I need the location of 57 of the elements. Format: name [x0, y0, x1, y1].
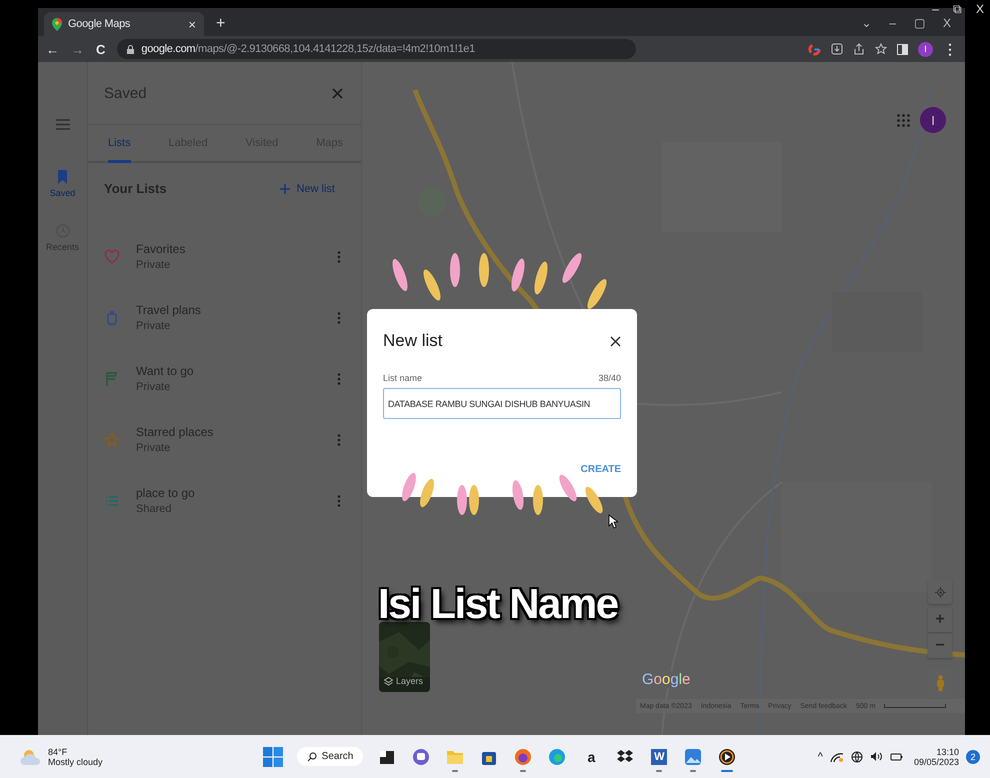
chat-icon	[412, 748, 430, 766]
navigation-button[interactable]: ←	[46, 42, 59, 56]
bookmark-icon	[58, 170, 67, 184]
plus-icon	[280, 184, 290, 194]
list-name: Want to go	[136, 364, 195, 378]
profile-avatar[interactable]: I	[918, 42, 933, 56]
more-options-icon[interactable]	[337, 494, 341, 506]
tab-close-button[interactable]: ×	[188, 16, 196, 32]
section-heading: Your Lists	[104, 181, 167, 196]
window-control-button[interactable]: ⧉	[952, 2, 962, 16]
list-name: Travel plans	[136, 303, 202, 317]
window-control-button[interactable]: –	[889, 16, 896, 30]
star-icon[interactable]	[875, 43, 887, 55]
more-options-icon[interactable]	[337, 372, 341, 384]
network-icon[interactable]	[830, 750, 844, 762]
heart-icon	[104, 248, 120, 264]
star-icon	[104, 432, 120, 448]
weather-widget[interactable]: 84°F Mostly cloudy	[20, 746, 103, 766]
notification-badge[interactable]: 2	[966, 750, 980, 764]
start-button[interactable]	[262, 746, 283, 766]
globe-icon[interactable]	[850, 750, 863, 762]
window-control-button[interactable]: X	[942, 16, 951, 30]
window-control-button[interactable]: ▢	[914, 16, 925, 30]
browser-tab[interactable]: Google Maps ×	[44, 12, 204, 36]
more-options-icon[interactable]	[337, 250, 341, 262]
navigation-button[interactable]: →	[71, 42, 84, 56]
search-icon	[306, 752, 317, 762]
menu-button[interactable]: ⋮	[943, 41, 957, 57]
map-pin-icon	[52, 18, 62, 30]
taskbar-app[interactable]: W	[649, 742, 670, 772]
list-name: Favorites	[136, 242, 186, 256]
more-options-icon[interactable]	[337, 434, 341, 446]
lock-icon	[127, 44, 134, 54]
photo-icon	[684, 748, 702, 766]
play-icon	[718, 748, 736, 766]
address-bar[interactable]: google.com/maps/@-2.9130668,104.4141228,15z/data=!4m2!10m1!1e1	[117, 39, 636, 59]
google-icon[interactable]	[808, 42, 821, 56]
tray-caret[interactable]: ^	[818, 750, 823, 762]
window-control-button[interactable]: –	[932, 2, 939, 16]
window-control-button[interactable]: ⌄	[861, 16, 872, 30]
list-name: Starred places	[136, 425, 214, 439]
flag-icon	[104, 370, 120, 386]
url-text: google.com/maps/@-2.9130668,104.4141228,15z/data=!4m2!10m1!1e1	[141, 43, 475, 55]
window-control-button[interactable]: X	[976, 2, 984, 16]
navigation-button[interactable]: C	[96, 42, 106, 56]
speaker-icon[interactable]	[870, 751, 883, 762]
new-tab-button[interactable]: +	[216, 15, 226, 33]
tab-title: Google Maps	[68, 18, 132, 30]
battery-icon[interactable]	[890, 752, 903, 762]
side-panel-icon[interactable]	[897, 44, 908, 54]
share-icon[interactable]	[853, 43, 865, 55]
taskbar-app[interactable]: a	[581, 742, 602, 772]
fox-globe-icon	[514, 748, 532, 766]
search-box[interactable]: Search	[296, 747, 364, 766]
download-icon[interactable]	[831, 43, 843, 55]
clock[interactable]: 13:10 09/05/2023	[914, 746, 959, 766]
more-options-icon[interactable]	[337, 312, 341, 324]
